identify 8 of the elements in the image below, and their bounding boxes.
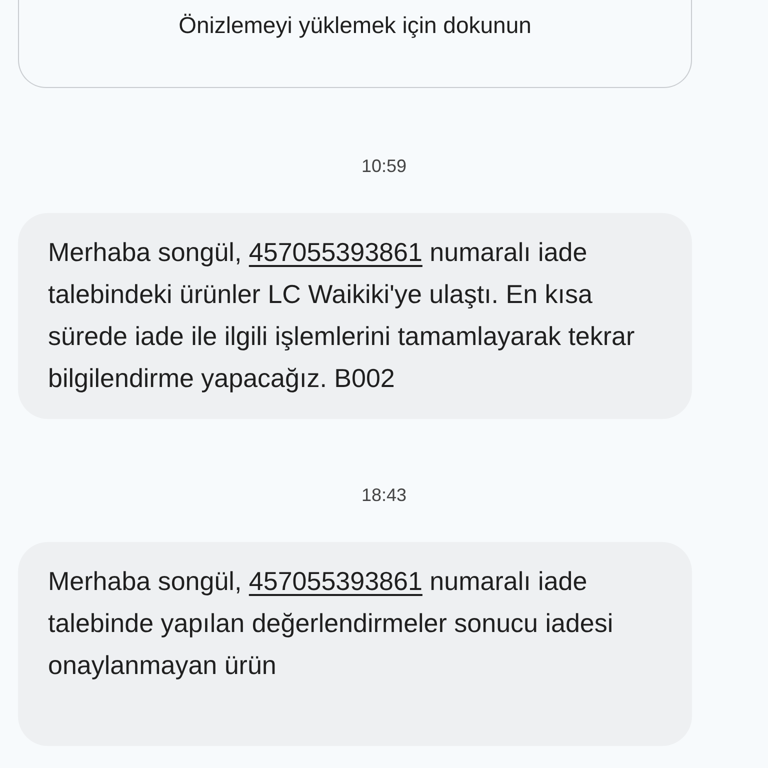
message-time: 18:43	[360, 485, 408, 506]
message-bubble: Merhaba songül, 457055393861 numaralı iade talebinde yapılan değerlendirmeler sonucu iadesi onaylanmayan ürün	[18, 542, 692, 746]
preview-card[interactable]: Önizlemeyi yüklemek için dokunun	[18, 0, 692, 88]
order-number-link[interactable]: 457055393861	[248, 566, 422, 596]
message-bubble: Merhaba songül, 457055393861 numaralı iade talebindeki ürünler LC Waikiki'ye ulaştı. En kısa sürede iade ile ilgili işlemlerini tamamlayarak tekrar bilgilendirme yapacağız. B002	[18, 213, 692, 419]
message-time: 10:59	[360, 156, 408, 177]
preview-label: Önizlemeyi yüklemek için dokunun	[178, 12, 532, 40]
order-number-link[interactable]: 457055393861	[248, 237, 422, 267]
